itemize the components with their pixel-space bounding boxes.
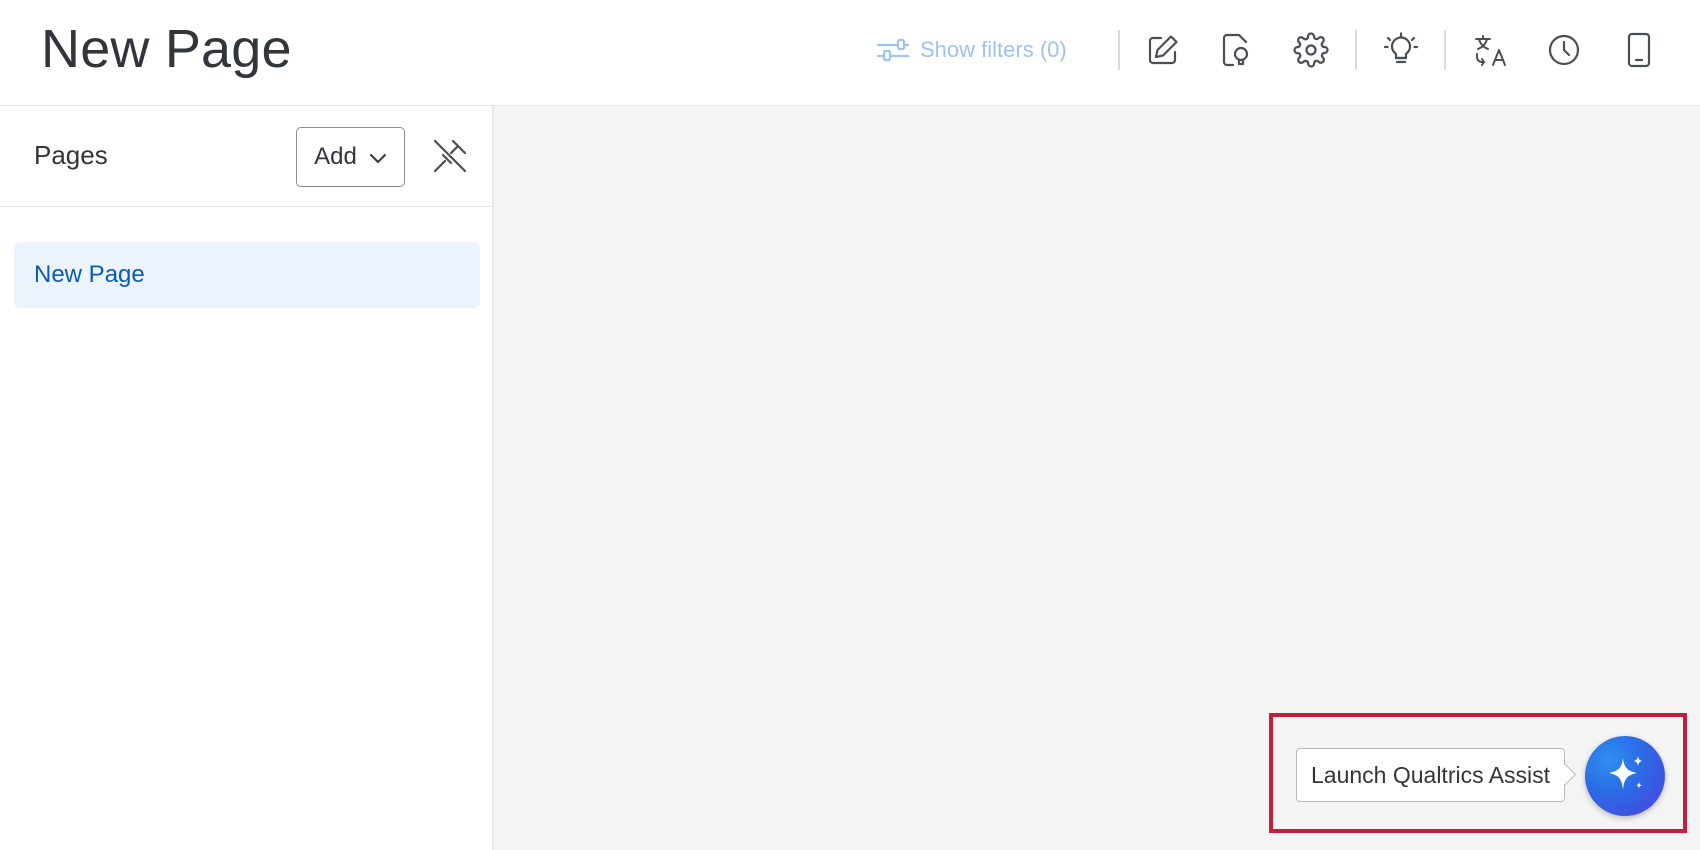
sparkle-icon [1603, 752, 1647, 801]
page-list: New Page [14, 242, 480, 308]
filter-icon [876, 37, 910, 63]
gear-icon[interactable] [1291, 30, 1331, 70]
toolbar-divider [1355, 30, 1357, 70]
toolbar-divider [1444, 30, 1446, 70]
lightbulb-icon[interactable] [1381, 30, 1421, 70]
app-window: New Page Show filters (0) Pages Add New … [0, 0, 1700, 850]
launch-assist-button[interactable] [1585, 736, 1665, 816]
edit-icon[interactable] [1143, 30, 1183, 70]
sidebar-header: Pages Add [0, 106, 494, 207]
unpin-icon[interactable] [428, 134, 472, 178]
show-filters-label: Show filters (0) [920, 37, 1067, 62]
add-button-label: Add [314, 143, 357, 170]
sidebar-title: Pages [34, 140, 108, 170]
page-title: New Page [41, 19, 292, 79]
list-item[interactable]: New Page [14, 242, 480, 308]
translate-icon[interactable] [1471, 30, 1511, 70]
mobile-icon[interactable] [1619, 30, 1659, 70]
assist-tooltip: Launch Qualtrics Assist [1296, 748, 1566, 802]
insights-icon[interactable] [1216, 30, 1256, 70]
add-page-button[interactable]: Add [296, 127, 405, 187]
assist-tooltip-text: Launch Qualtrics Assist [1311, 761, 1551, 788]
chevron-down-icon [369, 143, 387, 171]
toolbar-divider [1118, 30, 1120, 70]
page-header: New Page Show filters (0) [0, 0, 1700, 106]
show-filters-button[interactable]: Show filters (0) [876, 30, 1067, 70]
pages-sidebar: Pages Add New Page [0, 106, 494, 850]
page-item-label: New Page [34, 261, 145, 288]
clock-icon[interactable] [1544, 30, 1584, 70]
